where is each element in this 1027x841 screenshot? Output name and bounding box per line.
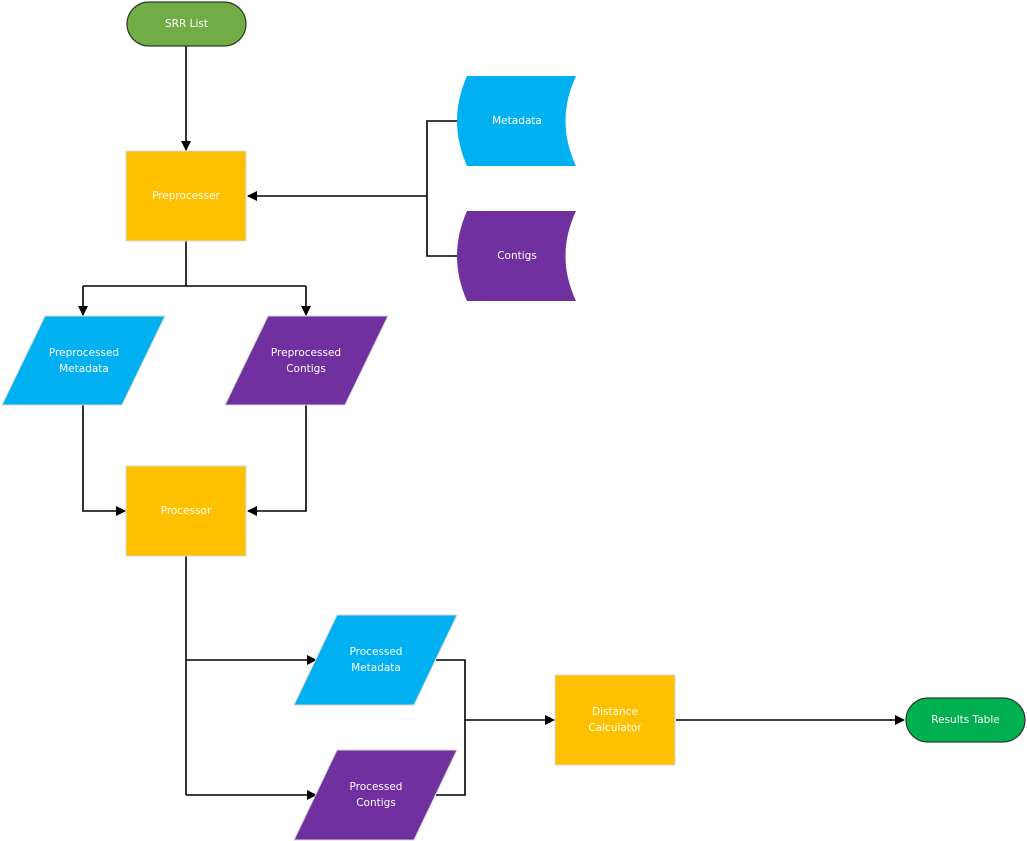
edge-preprocessed-contigs-to-processor [247, 405, 307, 516]
node-label-line1: Preprocessed [49, 347, 119, 359]
flowchart-canvas: SRR List Preprocesser Metadata Contigs P… [1, 1, 1026, 841]
node-label-line2: Contigs [356, 797, 396, 809]
node-label: Contigs [497, 250, 537, 262]
node-label-line2: Metadata [59, 363, 109, 375]
edge-preprocessed-metadata-to-processor [82, 405, 126, 516]
data-shape [1, 315, 166, 406]
node-label-line2: Contigs [286, 363, 326, 375]
node-processor[interactable]: Processor [125, 465, 247, 557]
data-shape [293, 749, 458, 841]
node-label: Metadata [492, 115, 542, 127]
node-label: Processor [161, 505, 212, 517]
node-label-line1: Processed [350, 646, 403, 658]
node-label-line2: Metadata [351, 662, 401, 674]
node-label: Results Table [931, 714, 999, 726]
data-shape [293, 614, 458, 706]
node-preprocessed-metadata[interactable]: Preprocessed Metadata [1, 315, 166, 406]
node-preprocesser[interactable]: Preprocesser [125, 150, 247, 242]
edge-inputs-bracket [426, 120, 457, 257]
node-contigs[interactable]: Contigs [457, 211, 576, 301]
node-label: SRR List [165, 18, 208, 30]
node-preprocessed-contigs[interactable]: Preprocessed Contigs [224, 315, 389, 406]
node-srr-list[interactable]: SRR List [126, 1, 247, 47]
node-label-line1: Distance [592, 706, 638, 718]
node-metadata[interactable]: Metadata [457, 76, 576, 166]
node-label: Preprocesser [152, 190, 221, 202]
node-processed-metadata[interactable]: Processed Metadata [293, 614, 458, 706]
node-results-table[interactable]: Results Table [905, 697, 1026, 743]
node-label-line2: Calculator [588, 722, 642, 734]
node-label-line1: Preprocessed [271, 347, 341, 359]
node-distance-calculator[interactable]: Distance Calculator [554, 674, 676, 766]
process-shape [554, 674, 676, 766]
node-label-line1: Processed [350, 781, 403, 793]
data-shape [224, 315, 389, 406]
node-processed-contigs[interactable]: Processed Contigs [293, 749, 458, 841]
